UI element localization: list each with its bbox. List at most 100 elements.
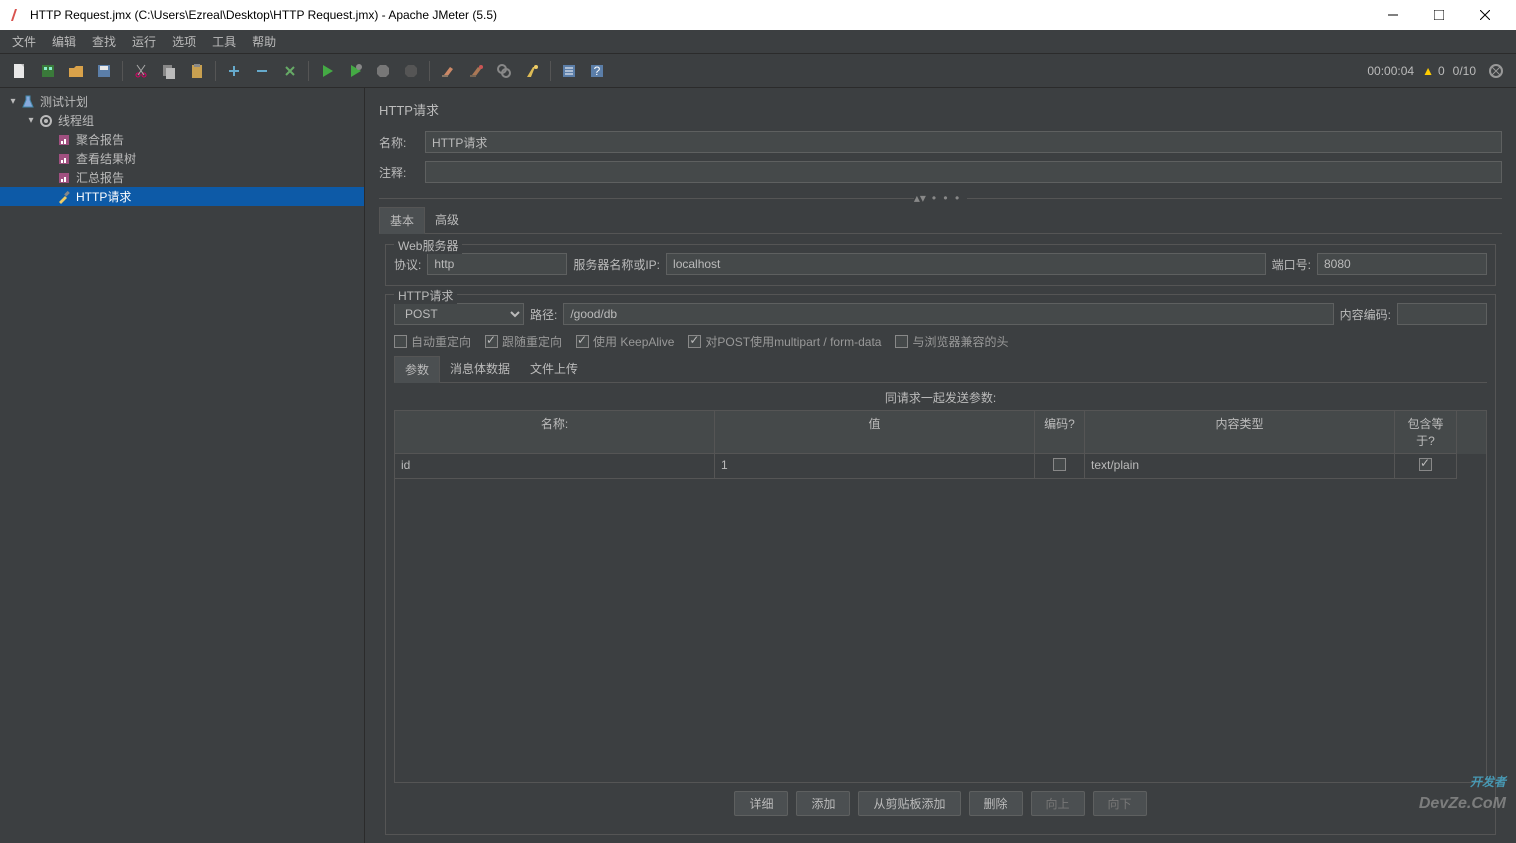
col-encode[interactable]: 编码? [1035, 411, 1085, 454]
templates-icon[interactable] [36, 59, 60, 83]
expand-icon[interactable] [222, 59, 246, 83]
tab-advanced[interactable]: 高级 [425, 207, 469, 233]
thread-dump-icon[interactable] [1484, 59, 1508, 83]
tree-twisty-icon[interactable]: ▾ [26, 115, 36, 126]
subtab-files[interactable]: 文件上传 [520, 356, 588, 382]
menu-工具[interactable]: 工具 [204, 30, 244, 54]
minimize-button[interactable] [1370, 0, 1416, 30]
maximize-button[interactable] [1416, 0, 1462, 30]
param-encode-cell[interactable] [1035, 454, 1085, 479]
tab-basic[interactable]: 基本 [379, 207, 425, 234]
tree-item-测试计划[interactable]: ▾测试计划 [0, 92, 364, 111]
delete-button[interactable]: 删除 [969, 791, 1023, 816]
collapse-handle[interactable]: ▴▾• • • [379, 191, 1502, 205]
comment-label: 注释: [379, 164, 425, 181]
protocol-label: 协议: [394, 256, 421, 273]
svg-text:?: ? [594, 64, 601, 78]
server-label: 服务器名称或IP: [573, 256, 660, 273]
paste-icon[interactable] [185, 59, 209, 83]
function-helper-icon[interactable] [557, 59, 581, 83]
port-input[interactable] [1317, 253, 1487, 275]
tree-item-label: 汇总报告 [76, 169, 124, 186]
server-input[interactable] [666, 253, 1266, 275]
params-table[interactable]: 名称: 值 编码? 内容类型 包含等于? id1 text/plain [394, 410, 1487, 783]
col-include[interactable]: 包含等于? [1395, 411, 1457, 454]
open-icon[interactable] [64, 59, 88, 83]
body-tabs: 参数 消息体数据 文件上传 [394, 356, 1487, 383]
report-icon [56, 132, 72, 148]
tree-item-label: 查看结果树 [76, 150, 136, 167]
cb-follow-redirect[interactable]: 跟随重定向 [485, 333, 562, 350]
collapse-icon[interactable] [250, 59, 274, 83]
comment-input[interactable] [425, 161, 1502, 183]
param-row[interactable]: id1 text/plain [395, 454, 1486, 479]
menubar: 文件编辑查找运行选项工具帮助 [0, 30, 1516, 54]
stop-icon[interactable] [371, 59, 395, 83]
detail-button[interactable]: 详细 [734, 791, 788, 816]
new-icon[interactable] [8, 59, 32, 83]
add-button[interactable]: 添加 [796, 791, 850, 816]
protocol-input[interactable] [427, 253, 567, 275]
webserver-legend: Web服务器 [394, 237, 462, 254]
tree-item-label: 聚合报告 [76, 131, 124, 148]
cb-auto-redirect[interactable]: 自动重定向 [394, 333, 471, 350]
run-notimers-icon[interactable] [343, 59, 367, 83]
menu-选项[interactable]: 选项 [164, 30, 204, 54]
toggle-icon[interactable] [278, 59, 302, 83]
window-titlebar: HTTP Request.jmx (C:\Users\Ezreal\Deskto… [0, 0, 1516, 30]
menu-帮助[interactable]: 帮助 [244, 30, 284, 54]
encoding-input[interactable] [1397, 303, 1487, 325]
report-icon [56, 170, 72, 186]
method-select[interactable]: POST [394, 303, 524, 325]
up-button[interactable]: 向上 [1031, 791, 1085, 816]
tree-item-汇总报告[interactable]: 汇总报告 [0, 168, 364, 187]
tree-item-线程组[interactable]: ▾线程组 [0, 111, 364, 130]
warning-icon[interactable]: ▲ [1422, 64, 1434, 78]
col-value[interactable]: 值 [715, 411, 1035, 454]
tree-twisty-icon[interactable]: ▾ [8, 96, 18, 107]
menu-编辑[interactable]: 编辑 [44, 30, 84, 54]
tree-item-聚合报告[interactable]: 聚合报告 [0, 130, 364, 149]
encoding-label: 内容编码: [1340, 306, 1391, 323]
col-name[interactable]: 名称: [395, 411, 715, 454]
add-from-clipboard-button[interactable]: 从剪贴板添加 [858, 791, 960, 816]
subtab-params[interactable]: 参数 [394, 356, 440, 383]
menu-运行[interactable]: 运行 [124, 30, 164, 54]
cb-multipart[interactable]: 对POST使用multipart / form-data [688, 333, 881, 350]
tree-item-HTTP请求[interactable]: HTTP请求 [0, 187, 364, 206]
thread-count: 0/10 [1453, 64, 1476, 78]
path-input[interactable] [563, 303, 1333, 325]
cb-keepalive[interactable]: 使用 KeepAlive [576, 333, 674, 350]
clear-icon[interactable] [436, 59, 460, 83]
search-icon[interactable] [492, 59, 516, 83]
copy-icon[interactable] [157, 59, 181, 83]
shutdown-icon[interactable] [399, 59, 423, 83]
save-icon[interactable] [92, 59, 116, 83]
close-button[interactable] [1462, 0, 1508, 30]
param-name-cell[interactable]: id [395, 454, 715, 479]
report-icon [56, 151, 72, 167]
test-plan-tree[interactable]: ▾测试计划▾线程组聚合报告查看结果树汇总报告 HTTP请求 [0, 88, 365, 843]
httprequest-legend: HTTP请求 [394, 287, 457, 304]
param-value-cell[interactable]: 1 [715, 454, 1035, 479]
subtab-body[interactable]: 消息体数据 [440, 356, 520, 382]
cut-icon[interactable] [129, 59, 153, 83]
param-type-cell[interactable]: text/plain [1085, 454, 1395, 479]
down-button[interactable]: 向下 [1093, 791, 1147, 816]
port-label: 端口号: [1272, 256, 1311, 273]
cb-browser-compat[interactable]: 与浏览器兼容的头 [895, 333, 1008, 350]
name-input[interactable] [425, 131, 1502, 153]
help-icon[interactable]: ? [585, 59, 609, 83]
run-icon[interactable] [315, 59, 339, 83]
menu-查找[interactable]: 查找 [84, 30, 124, 54]
clearall-icon[interactable] [464, 59, 488, 83]
dropper-icon [56, 189, 72, 205]
flask-icon [20, 94, 36, 110]
elapsed-timer: 00:00:04 [1367, 64, 1414, 78]
menu-文件[interactable]: 文件 [4, 30, 44, 54]
tree-item-查看结果树[interactable]: 查看结果树 [0, 149, 364, 168]
col-type[interactable]: 内容类型 [1085, 411, 1395, 454]
tree-item-label: HTTP请求 [76, 188, 131, 205]
param-include-cell[interactable] [1395, 454, 1457, 479]
reset-search-icon[interactable] [520, 59, 544, 83]
